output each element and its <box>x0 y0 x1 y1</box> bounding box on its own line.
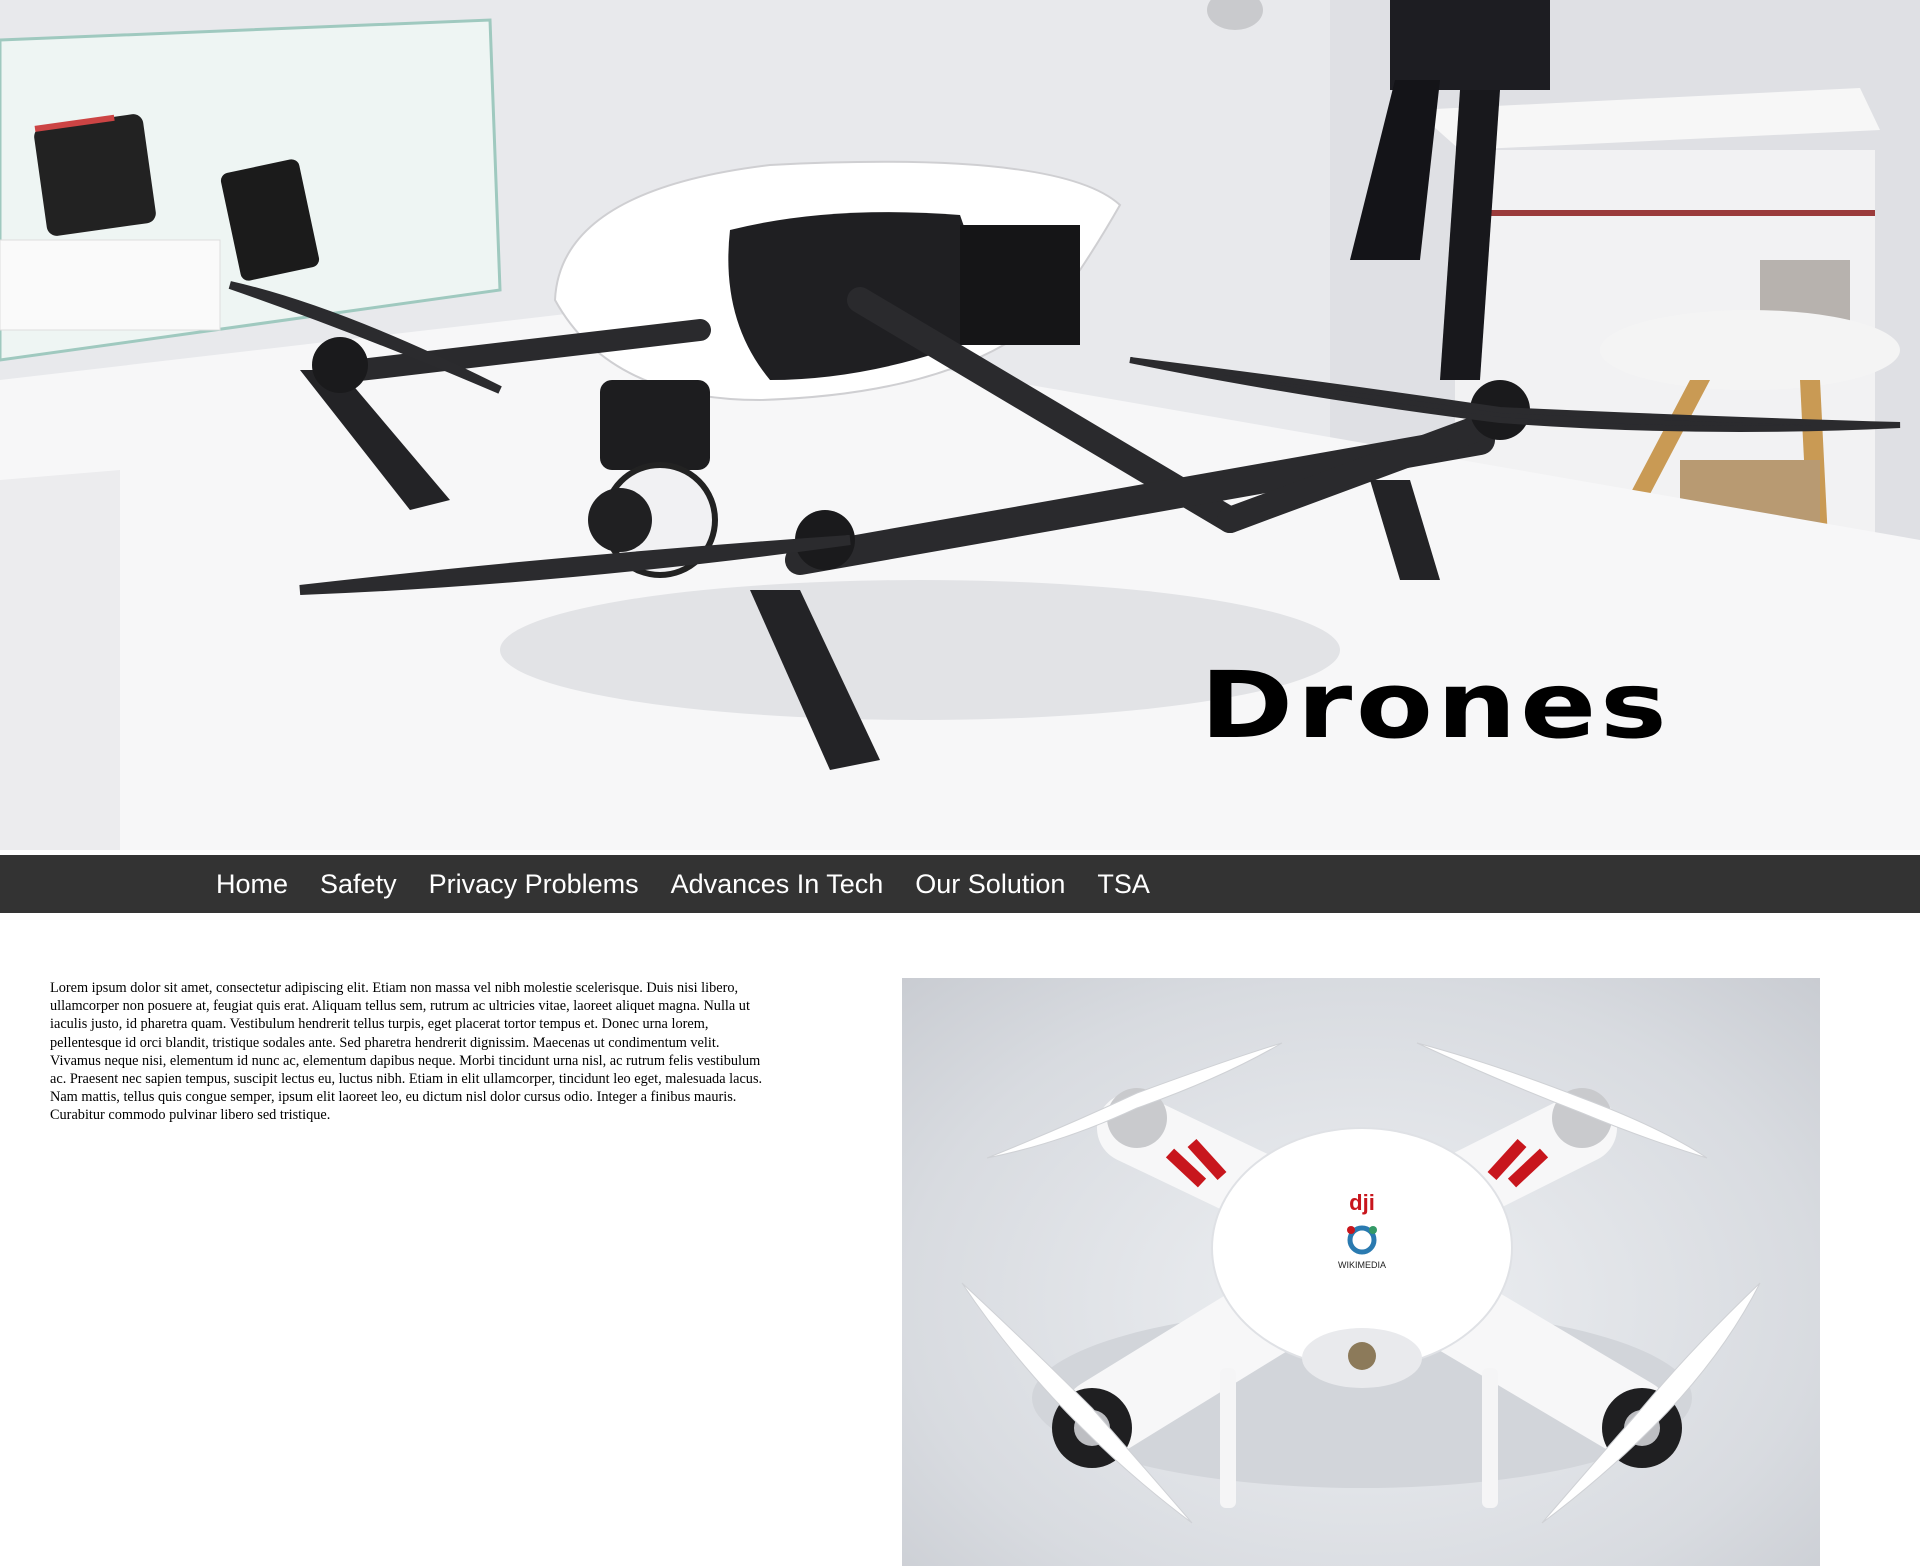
nav-item-safety: Safety <box>320 855 397 913</box>
quadcopter-photo: dji WIKIMEDIA <box>902 978 1820 1566</box>
hero-banner: Drones <box>0 0 1920 850</box>
nav-item-advances-in-tech: Advances In Tech <box>671 855 884 913</box>
intro-paragraph: Lorem ipsum dolor sit amet, consectetur … <box>50 980 763 1124</box>
nav-item-tsa: TSA <box>1097 855 1150 913</box>
main-nav: Home Safety Privacy Problems Advances In… <box>0 855 1920 913</box>
nav-item-home: Home <box>216 855 288 913</box>
quadcopter-image: dji WIKIMEDIA <box>961 1042 1761 1524</box>
nav-item-our-solution: Our Solution <box>915 855 1065 913</box>
wikimedia-logo: WIKIMEDIA <box>1338 1260 1386 1270</box>
nav-item-privacy-problems: Privacy Problems <box>429 855 639 913</box>
nav-link-home[interactable]: Home <box>216 855 288 913</box>
dji-logo: dji <box>1349 1190 1375 1215</box>
nav-link-advances-in-tech[interactable]: Advances In Tech <box>671 855 884 913</box>
nav-link-our-solution[interactable]: Our Solution <box>915 855 1065 913</box>
nav-link-tsa[interactable]: TSA <box>1097 855 1150 913</box>
page-title: Drones <box>1200 652 1671 759</box>
nav-link-privacy-problems[interactable]: Privacy Problems <box>429 855 639 913</box>
nav-list: Home Safety Privacy Problems Advances In… <box>0 855 1920 913</box>
nav-link-safety[interactable]: Safety <box>320 855 397 913</box>
